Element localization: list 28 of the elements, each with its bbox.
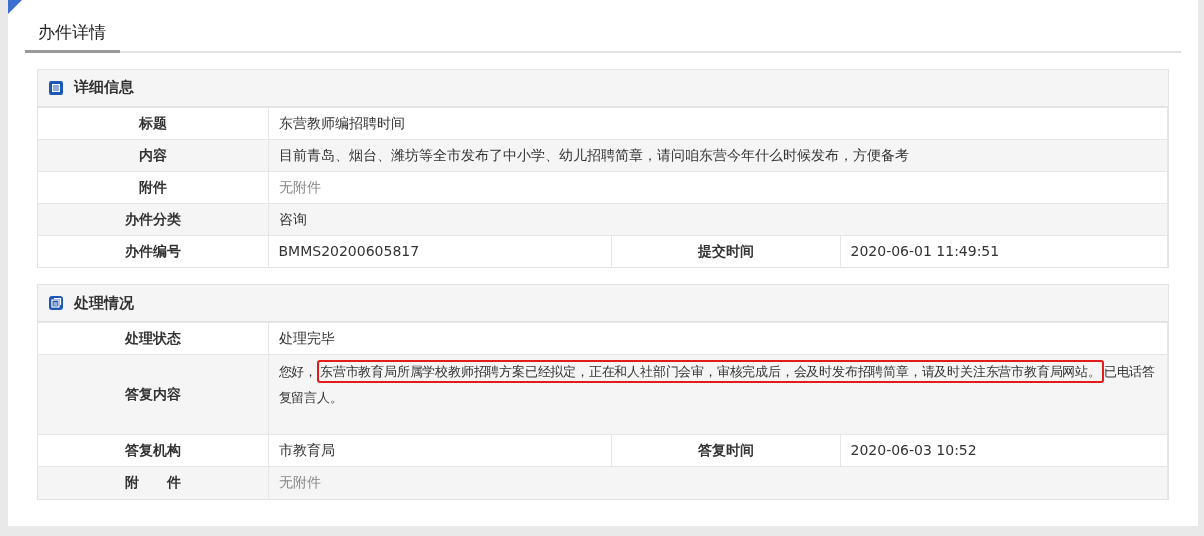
section-title: 处理情况 xyxy=(74,292,134,314)
field-value: 2020-06-01 11:49:51 xyxy=(850,241,1000,261)
field-value: 2020-06-03 10:52 xyxy=(850,441,977,460)
field-label: 附件 xyxy=(138,177,167,197)
field-label: 答复机构 xyxy=(124,441,181,460)
field-label: 答复内容 xyxy=(124,385,181,404)
corner-triangle-icon xyxy=(8,0,22,14)
section-title: 详细信息 xyxy=(74,77,134,99)
field-value: 无附件 xyxy=(278,473,321,493)
reply-text: 您好， 东营市教育局所属学校教师招聘方案已经拟定，正在和人社部门会审，审核完成后，会及时发布招聘简章，请及时关注东营市教育局网站。 已电话答复留言人。 xyxy=(278,359,1157,411)
field-value: BMMS20200605817 xyxy=(278,241,420,261)
field-label: 内容 xyxy=(138,145,167,165)
page-tab[interactable]: 办件详情 xyxy=(25,16,120,53)
field-label: 答复时间 xyxy=(697,441,754,460)
copy-icon xyxy=(48,295,64,311)
field-label: 办件编号 xyxy=(124,241,181,261)
field-label: 处理状态 xyxy=(124,329,181,348)
field-value: 咨询 xyxy=(278,209,307,229)
field-value: 处理完毕 xyxy=(278,329,335,348)
field-label: 提交时间 xyxy=(697,241,754,261)
field-label: 附 件 xyxy=(124,473,181,493)
field-label: 办件分类 xyxy=(124,209,181,229)
field-label: 标题 xyxy=(138,113,167,133)
field-value: 无附件 xyxy=(278,177,321,197)
field-value: 市教育局 xyxy=(278,441,335,460)
field-value: 东营教师编招聘时间 xyxy=(278,113,405,133)
document-icon xyxy=(48,79,64,96)
field-value: 目前青岛、烟台、潍坊等全市发布了中小学、幼儿招聘简章，请问咱东营今年什么时候发布，方便备考 xyxy=(278,145,909,165)
